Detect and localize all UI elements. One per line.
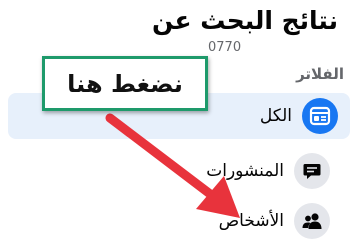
filter-label-all: الكل [259, 106, 292, 126]
filter-label-people: الأشخاص [218, 211, 284, 231]
people-icon [294, 203, 330, 239]
search-query-text: 0770 [208, 40, 242, 55]
filter-label-posts: المنشورات [206, 161, 284, 181]
annotation-callout: نضغط هنا [42, 56, 208, 111]
post-icon [294, 153, 330, 189]
page-title: نتائج البحث عن [151, 6, 338, 35]
filters-heading: الفلاتر [296, 65, 344, 83]
annotation-text: نضغط هنا [67, 69, 183, 98]
filter-item-people[interactable]: الأشخاص [0, 198, 350, 244]
filter-item-posts[interactable]: المنشورات [0, 148, 350, 194]
feed-icon [302, 98, 338, 134]
search-results-screen: نتائج البحث عن 0770 الفلاتر الكل المنشور… [0, 0, 350, 250]
